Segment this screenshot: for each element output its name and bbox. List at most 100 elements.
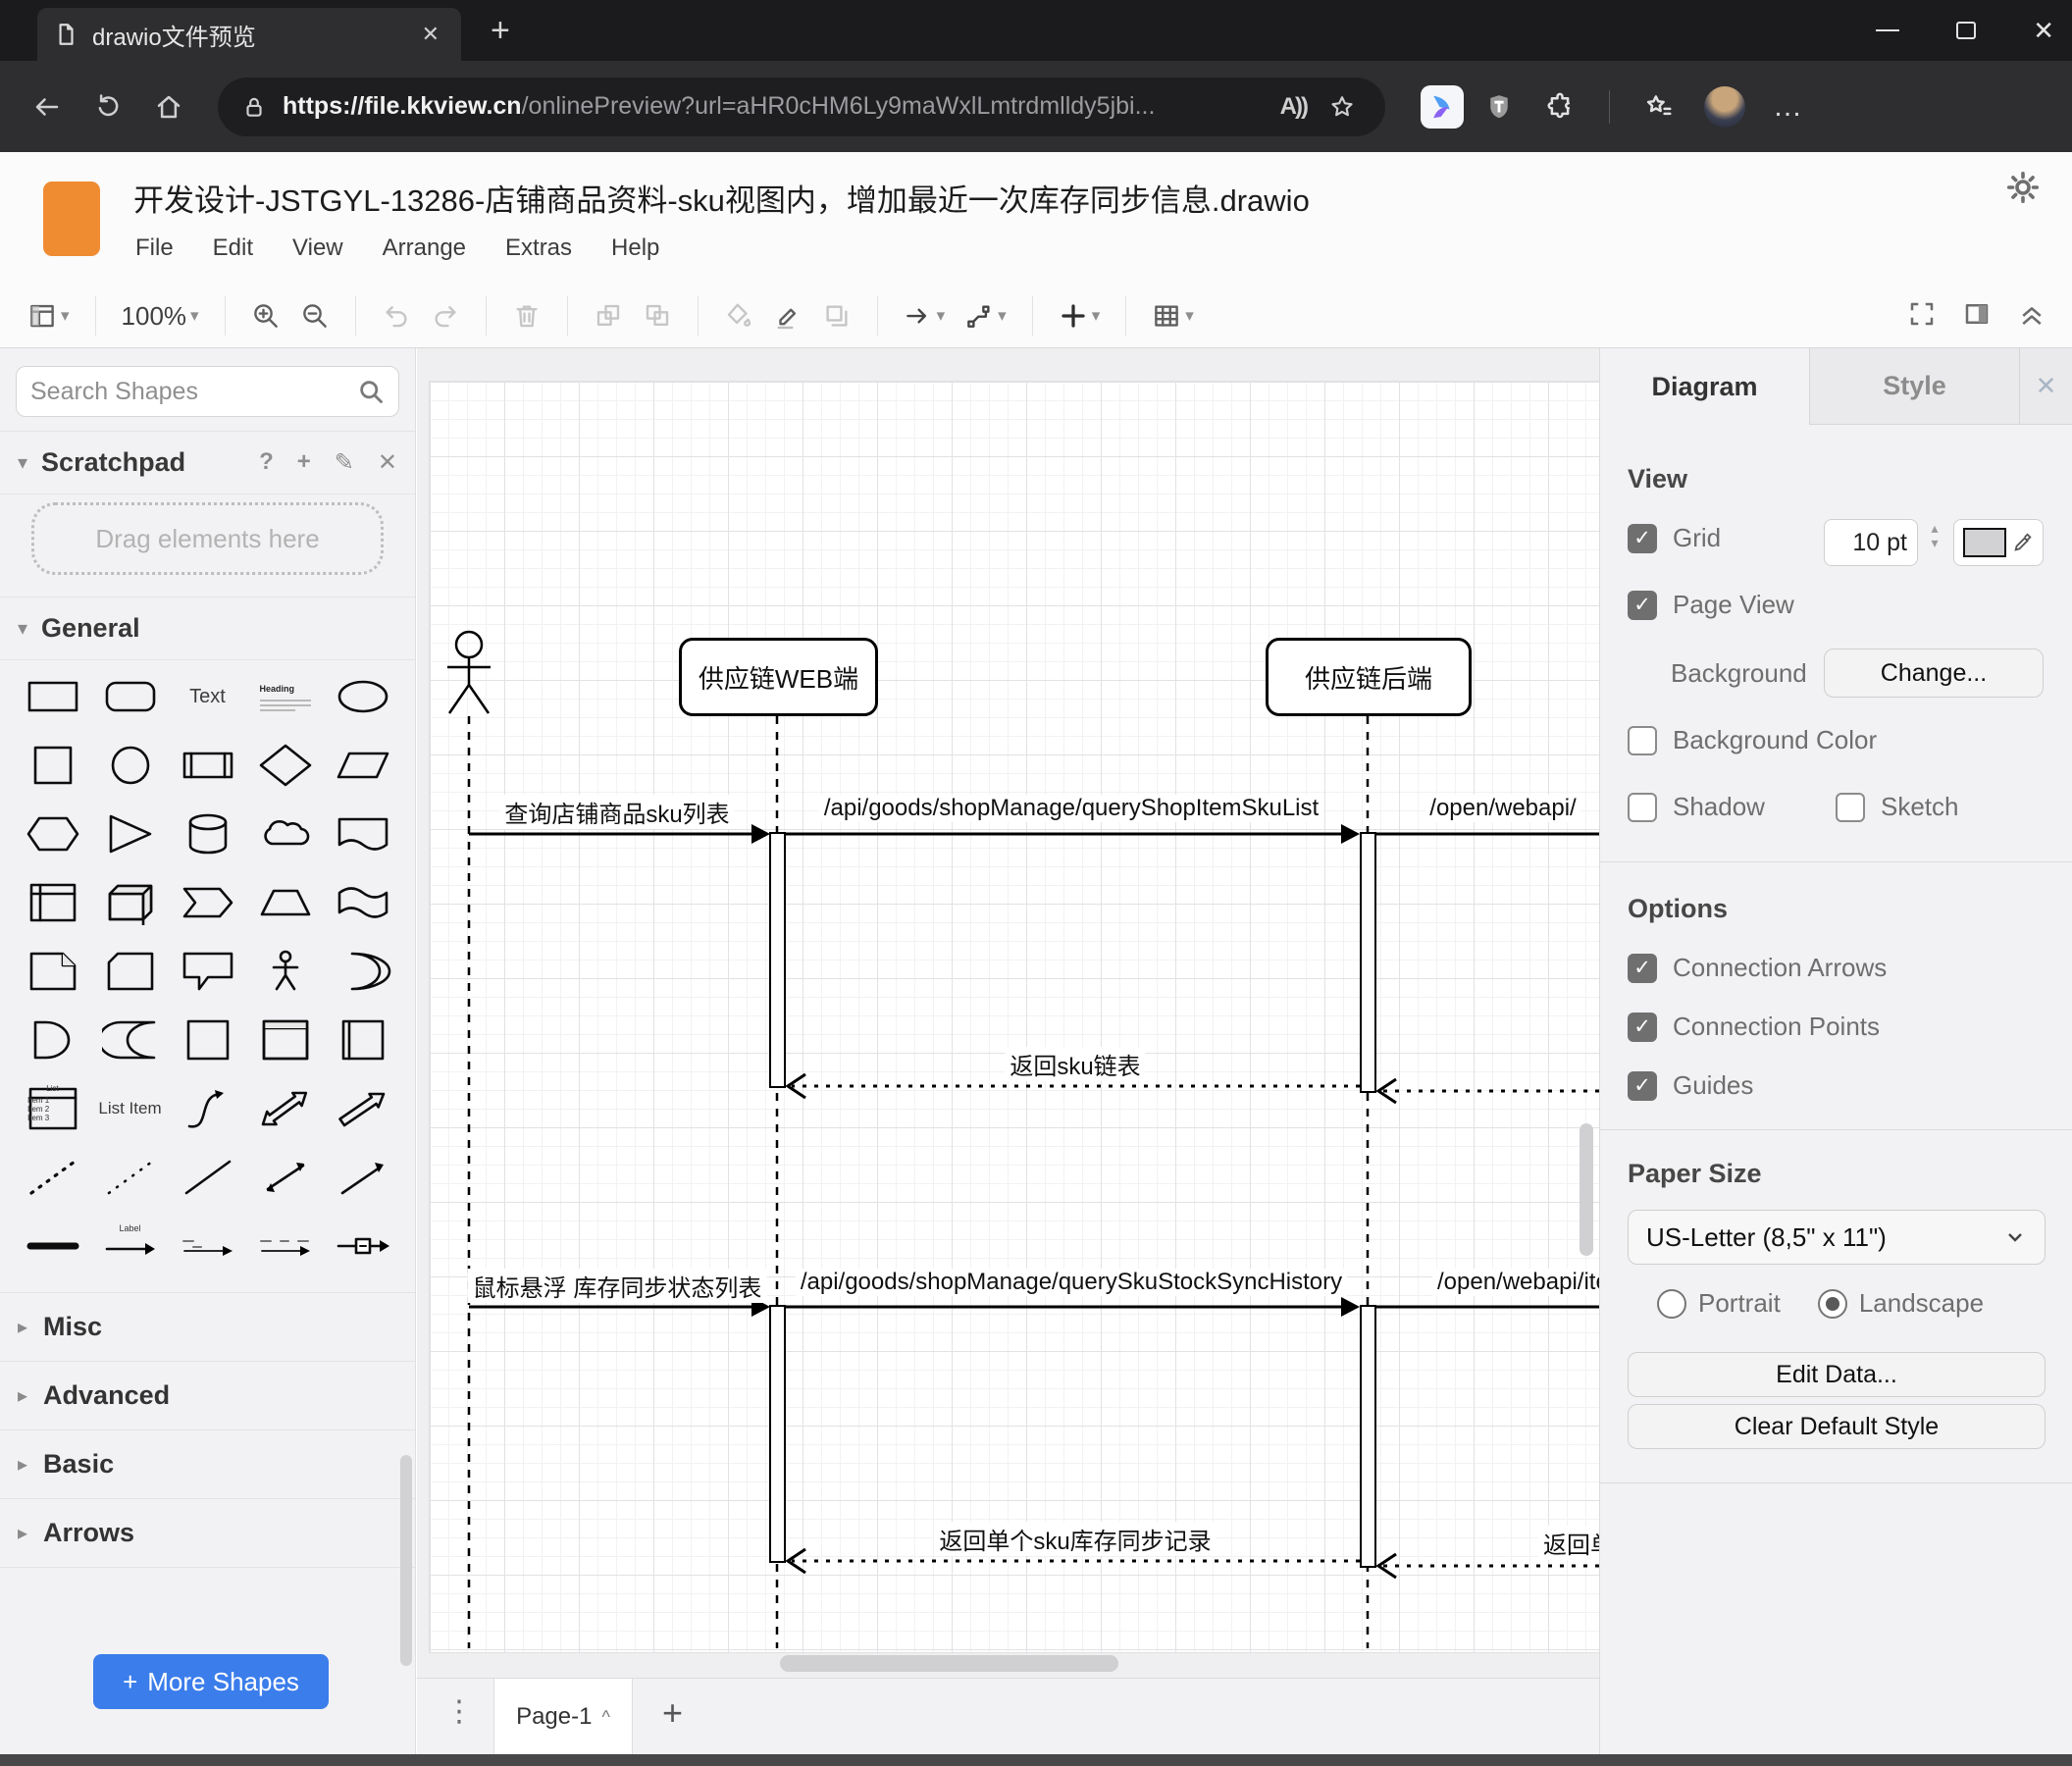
fill-color-button[interactable] — [724, 301, 753, 331]
browser-menu-icon[interactable]: … — [1773, 90, 1804, 124]
shape-arrow-source-label-target[interactable] — [246, 1216, 324, 1276]
shadow-checkbox[interactable] — [1628, 792, 1657, 822]
add-page-button[interactable]: + — [662, 1692, 683, 1734]
read-aloud-icon[interactable]: A)) — [1280, 93, 1309, 121]
url-text[interactable]: https://file.kkview.cn/onlinePreview?url… — [283, 92, 1265, 121]
shape-curve[interactable] — [169, 1078, 246, 1139]
collapse-toolbar-icon[interactable] — [2017, 299, 2046, 334]
shape-note[interactable] — [14, 941, 91, 1002]
shape-cloud[interactable] — [246, 804, 324, 864]
shape-arrow-source-target[interactable] — [169, 1216, 246, 1276]
shape-container[interactable] — [169, 1010, 246, 1070]
activation-backend-2[interactable] — [1360, 1305, 1376, 1568]
tab-close-icon[interactable]: ✕ — [416, 22, 445, 47]
fullscreen-icon[interactable] — [1907, 299, 1937, 334]
shape-document[interactable] — [324, 804, 401, 864]
menu-view[interactable]: View — [292, 234, 343, 262]
to-front-button[interactable] — [594, 301, 623, 331]
delete-button[interactable] — [512, 301, 542, 331]
shape-dashed-line[interactable] — [14, 1147, 91, 1208]
shape-arrow-block[interactable] — [324, 1078, 401, 1139]
menu-extras[interactable]: Extras — [505, 234, 572, 262]
search-input[interactable] — [30, 377, 357, 406]
section-general[interactable]: ▾ General — [0, 597, 415, 659]
message-label[interactable]: /open/webapi/item — [1432, 1269, 1599, 1296]
scratchpad-header[interactable]: ▾ Scratchpad ? + ✎ ✕ — [0, 432, 415, 493]
format-panel-toggle-icon[interactable] — [1962, 299, 1992, 334]
message-label[interactable]: 查询店铺商品sku列表 — [499, 795, 735, 829]
vertical-scrollbar[interactable] — [1580, 1123, 1593, 1256]
shape-directional-connector[interactable] — [324, 1147, 401, 1208]
scratchpad-edit-icon[interactable]: ✎ — [335, 448, 354, 477]
zoom-in-button[interactable] — [251, 301, 281, 331]
activation-web-2[interactable] — [769, 1305, 786, 1563]
section-arrows[interactable]: ▸ Arrows — [0, 1499, 415, 1567]
shape-trapezoid[interactable] — [246, 872, 324, 933]
diagram-canvas[interactable]: 供应链WEB端 供应链后端 查询店铺商品sku列表 /api/goods/sho… — [417, 348, 1599, 1678]
undo-button[interactable] — [382, 301, 411, 331]
landscape-radio[interactable] — [1817, 1288, 1847, 1319]
grid-checkbox[interactable]: ✓ — [1628, 523, 1657, 553]
message-label[interactable]: 鼠标悬浮 库存同步状态列表 — [467, 1269, 767, 1303]
shape-list[interactable]: List Item 1 Item 2 Item 3 — [14, 1078, 91, 1139]
window-maximize-button[interactable] — [1956, 22, 1977, 39]
message-label[interactable]: 返回单个sku库存同步记录 — [934, 1522, 1217, 1556]
shape-tape[interactable] — [324, 872, 401, 933]
scratchpad-close-icon[interactable]: ✕ — [378, 448, 397, 477]
grid-size-stepper[interactable]: ▴ ▾ — [1924, 521, 1945, 550]
zoom-out-button[interactable] — [300, 301, 330, 331]
window-minimize-button[interactable] — [1876, 29, 1900, 31]
menu-file[interactable]: File — [135, 234, 174, 262]
shape-rounded-rectangle[interactable] — [91, 666, 169, 727]
section-advanced[interactable]: ▸ Advanced — [0, 1362, 415, 1429]
sketch-checkbox[interactable] — [1836, 792, 1865, 822]
grid-color-button[interactable] — [1953, 519, 2044, 566]
shape-cylinder[interactable] — [169, 804, 246, 864]
window-close-button[interactable]: ✕ — [2033, 16, 2054, 46]
shape-diamond[interactable] — [246, 735, 324, 796]
page-view-checkbox[interactable]: ✓ — [1628, 590, 1657, 620]
message-label[interactable]: 返回单个sku库存同步记录 — [1538, 1526, 1599, 1560]
grid-size-input[interactable] — [1824, 519, 1918, 566]
horizontal-scrollbar[interactable] — [780, 1655, 1118, 1672]
shape-circle[interactable] — [91, 735, 169, 796]
sidebar-scrollbar[interactable] — [400, 1455, 412, 1666]
shape-internal-storage[interactable] — [14, 872, 91, 933]
page-tab[interactable]: Page-1 ^ — [493, 1679, 633, 1755]
portrait-radio[interactable] — [1657, 1288, 1686, 1319]
scratchpad-add-icon[interactable]: + — [297, 448, 311, 477]
clear-default-style-button[interactable]: Clear Default Style — [1628, 1404, 2046, 1449]
shape-bidirectional-arrow[interactable] — [246, 1078, 324, 1139]
shape-line[interactable] — [169, 1147, 246, 1208]
shape-data-storage[interactable] — [91, 1010, 169, 1070]
edit-data-button[interactable]: Edit Data... — [1628, 1352, 2046, 1397]
browser-tab[interactable]: drawio文件预览 ✕ — [37, 8, 461, 61]
insert-button[interactable]: ▾ — [1059, 301, 1100, 331]
section-misc[interactable]: ▸ Misc — [0, 1293, 415, 1361]
menu-arrange[interactable]: Arrange — [383, 234, 466, 262]
tab-diagram[interactable]: Diagram — [1600, 348, 1809, 425]
message-label[interactable]: /api/goods/shopManage/querySkuStockSyncH… — [795, 1269, 1348, 1296]
activation-web-1[interactable] — [769, 832, 786, 1088]
shape-text[interactable]: Text — [169, 666, 246, 727]
shape-hexagon[interactable] — [14, 804, 91, 864]
extensions-puzzle-icon[interactable] — [1534, 81, 1585, 132]
shape-actor[interactable] — [246, 941, 324, 1002]
back-icon[interactable] — [22, 81, 73, 132]
zoom-level-button[interactable]: 100% ▾ — [122, 301, 199, 332]
shape-parallelogram[interactable] — [324, 735, 401, 796]
shape-container-title[interactable] — [246, 1010, 324, 1070]
profile-avatar[interactable] — [1704, 85, 1745, 128]
scratchpad-dropzone[interactable]: Drag elements here — [31, 502, 384, 575]
shape-bidirectional-connector[interactable] — [246, 1147, 324, 1208]
participant-backend[interactable]: 供应链后端 — [1266, 638, 1472, 716]
line-color-button[interactable] — [773, 301, 803, 331]
shape-cube[interactable] — [91, 872, 169, 933]
section-basic[interactable]: ▸ Basic — [0, 1430, 415, 1498]
theme-sun-icon[interactable] — [2005, 170, 2041, 210]
message-label[interactable]: /open/webapi/ — [1424, 795, 1581, 822]
scratchpad-help-icon[interactable]: ? — [259, 448, 274, 477]
shape-and[interactable] — [14, 1010, 91, 1070]
waypoints-button[interactable]: ▾ — [964, 301, 1007, 331]
menu-edit[interactable]: Edit — [213, 234, 253, 262]
